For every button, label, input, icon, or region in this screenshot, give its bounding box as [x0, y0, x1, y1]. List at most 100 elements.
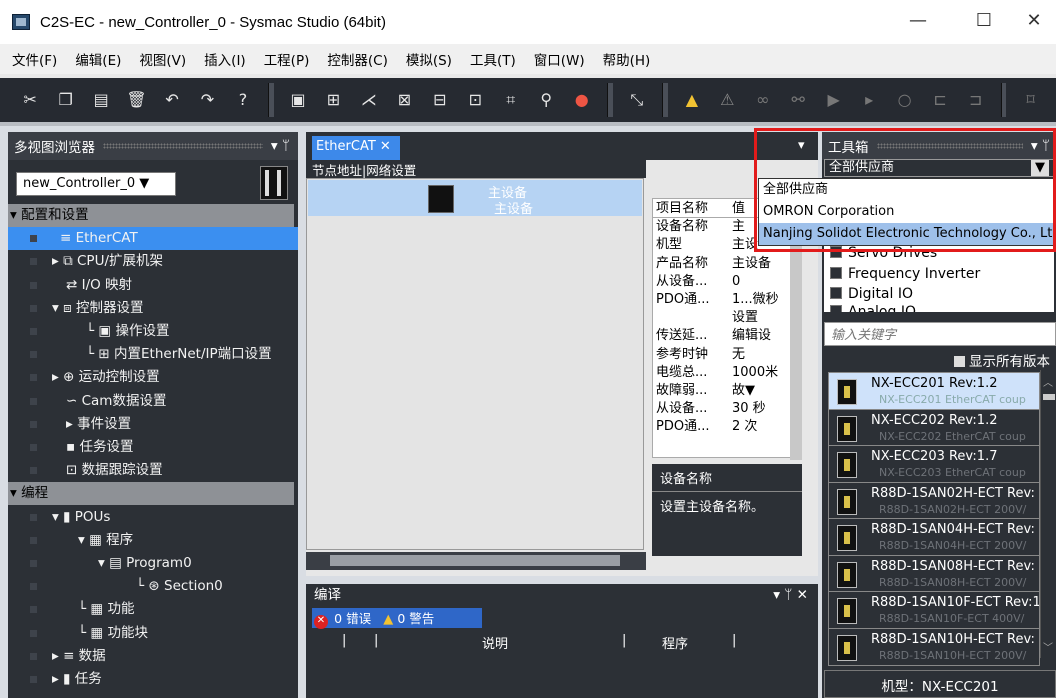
maximize-button[interactable]: ☐: [964, 10, 1004, 31]
step-icon[interactable]: ▸: [859, 89, 879, 111]
property-row[interactable]: 参考时钟 无: [652, 346, 792, 364]
tree-item[interactable]: ▾ ▦ 程序: [8, 529, 298, 552]
warning2-icon[interactable]: ⚠: [717, 89, 737, 111]
warning-icon[interactable]: ▲: [682, 89, 702, 111]
device-item[interactable]: NX-ECC202 Rev:1.2 NX-ECC202 EtherCAT coup: [828, 408, 1040, 447]
property-row[interactable]: 电缆总... 1000米: [652, 364, 792, 382]
menu-tools[interactable]: 工具(T): [470, 49, 516, 69]
device-item[interactable]: NX-ECC201 Rev:1.2 NX-ECC201 EtherCAT coup: [828, 372, 1040, 410]
node-icon[interactable]: ⊐: [965, 89, 985, 111]
help-icon[interactable]: ?: [233, 89, 253, 111]
menu-view[interactable]: 视图(V): [139, 49, 186, 69]
menu-project[interactable]: 工程(P): [264, 49, 310, 69]
delete-icon[interactable]: 🗑: [126, 89, 146, 111]
online-icon[interactable]: ⋌: [359, 89, 379, 111]
group-digital-io[interactable]: Digital IO: [830, 285, 913, 303]
device-item[interactable]: NX-ECC203 Rev:1.7 NX-ECC203 EtherCAT coup: [828, 445, 1040, 483]
warning-count[interactable]: 0 警告: [397, 611, 434, 626]
undo-icon[interactable]: ↶: [162, 89, 182, 111]
grid-icon[interactable]: ⌗: [501, 89, 521, 111]
stop-icon[interactable]: ⤡: [627, 89, 647, 111]
menu-window[interactable]: 窗口(W): [534, 49, 585, 69]
tree-item[interactable]: ≡ EtherCAT: [8, 227, 298, 251]
col-description[interactable]: 说明: [482, 633, 508, 652]
3d-icon[interactable]: ▣: [288, 89, 308, 111]
property-row[interactable]: PDO通... 2 次: [652, 418, 792, 436]
tab-ethercat[interactable]: EtherCAT ✕: [312, 136, 400, 160]
network-canvas[interactable]: [306, 178, 644, 550]
device-item[interactable]: R88D-1SAN02H-ECT Rev: R88D-1SAN02H-ECT 20…: [828, 481, 1040, 520]
group-frequency-inverter[interactable]: Frequency Inverter: [830, 265, 980, 283]
tree-item[interactable]: └ ▣ 操作设置: [8, 320, 298, 343]
tree-item[interactable]: └ ⊞ 内置EtherNet/IP端口设置: [8, 343, 298, 366]
col-program[interactable]: 程序: [662, 633, 688, 652]
scroll-thumb[interactable]: [1043, 394, 1055, 400]
minimize-button[interactable]: —: [898, 10, 938, 31]
scroll-up-icon[interactable]: ︿: [1043, 374, 1053, 389]
show-all-versions-checkbox[interactable]: 显示所有版本: [954, 350, 1056, 370]
tree-item[interactable]: ▸ ≡ 数据: [8, 645, 298, 668]
copy-icon[interactable]: ❐: [55, 89, 75, 111]
tree-item[interactable]: ▪ 任务设置: [8, 436, 298, 459]
device-item[interactable]: R88D-1SAN10H-ECT Rev: R88D-1SAN10H-ECT 20…: [828, 627, 1040, 666]
tree-item[interactable]: ▾ ▤ Program0: [8, 552, 298, 575]
sync-icon[interactable]: ⊟: [430, 89, 450, 111]
property-row[interactable]: 产品名称 主设备: [652, 255, 792, 273]
device-item[interactable]: R88D-1SAN10F-ECT Rev:1 R88D-1SAN10F-ECT 4…: [828, 591, 1040, 629]
master-device-icon[interactable]: [428, 185, 454, 213]
tree-item[interactable]: ∽ Cam数据设置: [8, 390, 298, 413]
window-icon[interactable]: ⌑: [1020, 89, 1040, 111]
error-count[interactable]: 0 错误: [334, 611, 371, 626]
group-analog-io[interactable]: Analog IO: [830, 303, 916, 312]
scroll-down-icon[interactable]: ﹀: [1043, 639, 1053, 654]
compile-controls[interactable]: ▾ ᛘ ✕: [773, 584, 808, 606]
redo-icon[interactable]: ↷: [197, 89, 217, 111]
property-row[interactable]: 从设备... 0: [652, 273, 792, 291]
menu-help[interactable]: 帮助(H): [603, 49, 651, 69]
paste-icon[interactable]: ▤: [91, 89, 111, 111]
device-list-scrollbar[interactable]: ︿ ﹀: [1040, 370, 1056, 658]
forward-icon[interactable]: ▶: [823, 89, 843, 111]
tree-item[interactable]: ▸ ⧉ CPU/扩展机架: [8, 250, 298, 273]
tree-item[interactable]: ▸ 事件设置: [8, 413, 298, 436]
record-icon[interactable]: ●: [571, 89, 591, 111]
tree-item[interactable]: ▸ ▮ 任务: [8, 668, 298, 691]
link-icon[interactable]: ∞: [753, 89, 773, 111]
menu-file[interactable]: 文件(F): [12, 49, 57, 69]
checkbox-box[interactable]: [954, 356, 965, 367]
property-row[interactable]: 从设备... 30 秒: [652, 400, 792, 418]
tree-category[interactable]: ▾ 配置和设置: [8, 204, 294, 227]
network-icon[interactable]: ⊏: [930, 89, 950, 111]
tree-item[interactable]: ⊡ 数据跟踪设置: [8, 459, 298, 482]
tree-category[interactable]: ▾ 编程: [8, 482, 294, 506]
reset-icon[interactable]: ○: [894, 89, 914, 111]
controller-select[interactable]: new_Controller_0 ▼: [16, 172, 176, 196]
property-row[interactable]: 传送延... 编辑设: [652, 327, 792, 345]
transfer-icon[interactable]: ⊡: [465, 89, 485, 111]
cut-icon[interactable]: ✂: [20, 89, 40, 111]
search-icon[interactable]: ⚲: [536, 89, 556, 111]
pin-icon[interactable]: ▾ ‍ᛘ: [271, 138, 290, 154]
tree-item[interactable]: ⇄ I/O 映射: [8, 274, 298, 297]
scroll-thumb[interactable]: [330, 555, 620, 566]
tree-item[interactable]: ▾ ▮ POUs: [8, 506, 298, 529]
tree-item[interactable]: ▾ ⧈ 控制器设置: [8, 297, 298, 320]
menu-edit[interactable]: 编辑(E): [75, 49, 121, 69]
master-device-row[interactable]: [308, 180, 642, 216]
property-row[interactable]: PDO通... 1...微秒: [652, 291, 792, 309]
keyword-search-input[interactable]: [824, 322, 1056, 346]
build-icon[interactable]: ⊞: [323, 89, 343, 111]
menu-controller[interactable]: 控制器(C): [327, 49, 387, 69]
close-button[interactable]: ✕: [1014, 10, 1054, 31]
menu-simulation[interactable]: 模拟(S): [406, 49, 452, 69]
property-row[interactable]: 设置: [652, 309, 792, 327]
tree-item[interactable]: └ ▦ 功能块: [8, 622, 298, 645]
device-item[interactable]: R88D-1SAN08H-ECT Rev: R88D-1SAN08H-ECT 20…: [828, 554, 1040, 593]
unlink-icon[interactable]: ⚯: [788, 89, 808, 111]
tree-item[interactable]: └ ⊛ Section0: [8, 575, 298, 598]
property-row[interactable]: 故障弱... 故▼: [652, 382, 792, 400]
monitor-icon[interactable]: ⊠: [394, 89, 414, 111]
tree-item[interactable]: ▸ ⊕ 运动控制设置: [8, 366, 298, 389]
menu-insert[interactable]: 插入(I): [204, 49, 246, 69]
tree-item[interactable]: └ ▦ 功能: [8, 598, 298, 621]
